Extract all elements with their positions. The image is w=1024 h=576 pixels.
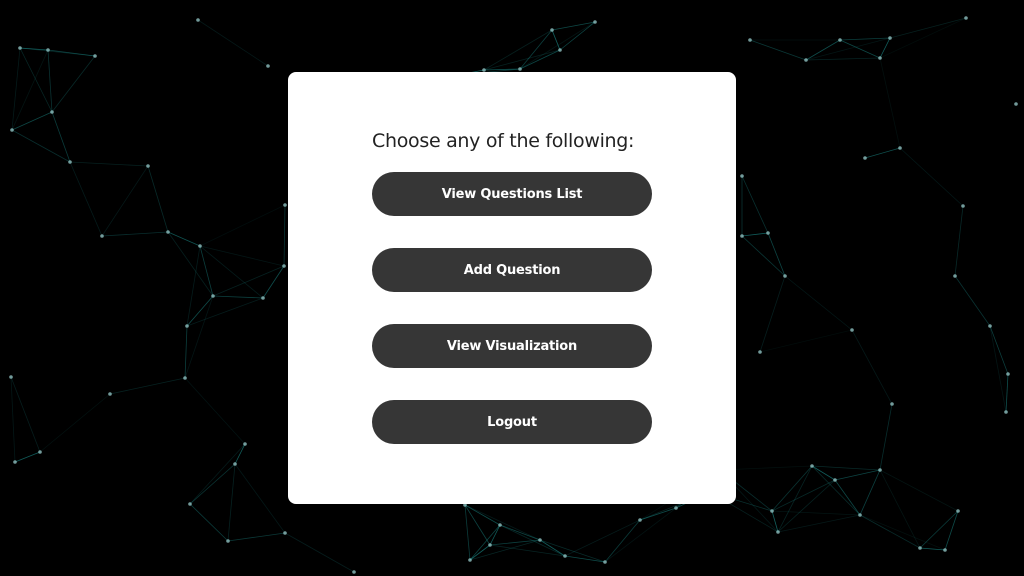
menu-heading: Choose any of the following: (372, 130, 635, 152)
view-visualization-button[interactable]: View Visualization (372, 324, 652, 368)
logout-button[interactable]: Logout (372, 400, 652, 444)
add-question-button[interactable]: Add Question (372, 248, 652, 292)
view-questions-list-button[interactable]: View Questions List (372, 172, 652, 216)
app-screen: Choose any of the following: View Questi… (0, 0, 1024, 576)
menu-card: Choose any of the following: View Questi… (288, 72, 736, 504)
